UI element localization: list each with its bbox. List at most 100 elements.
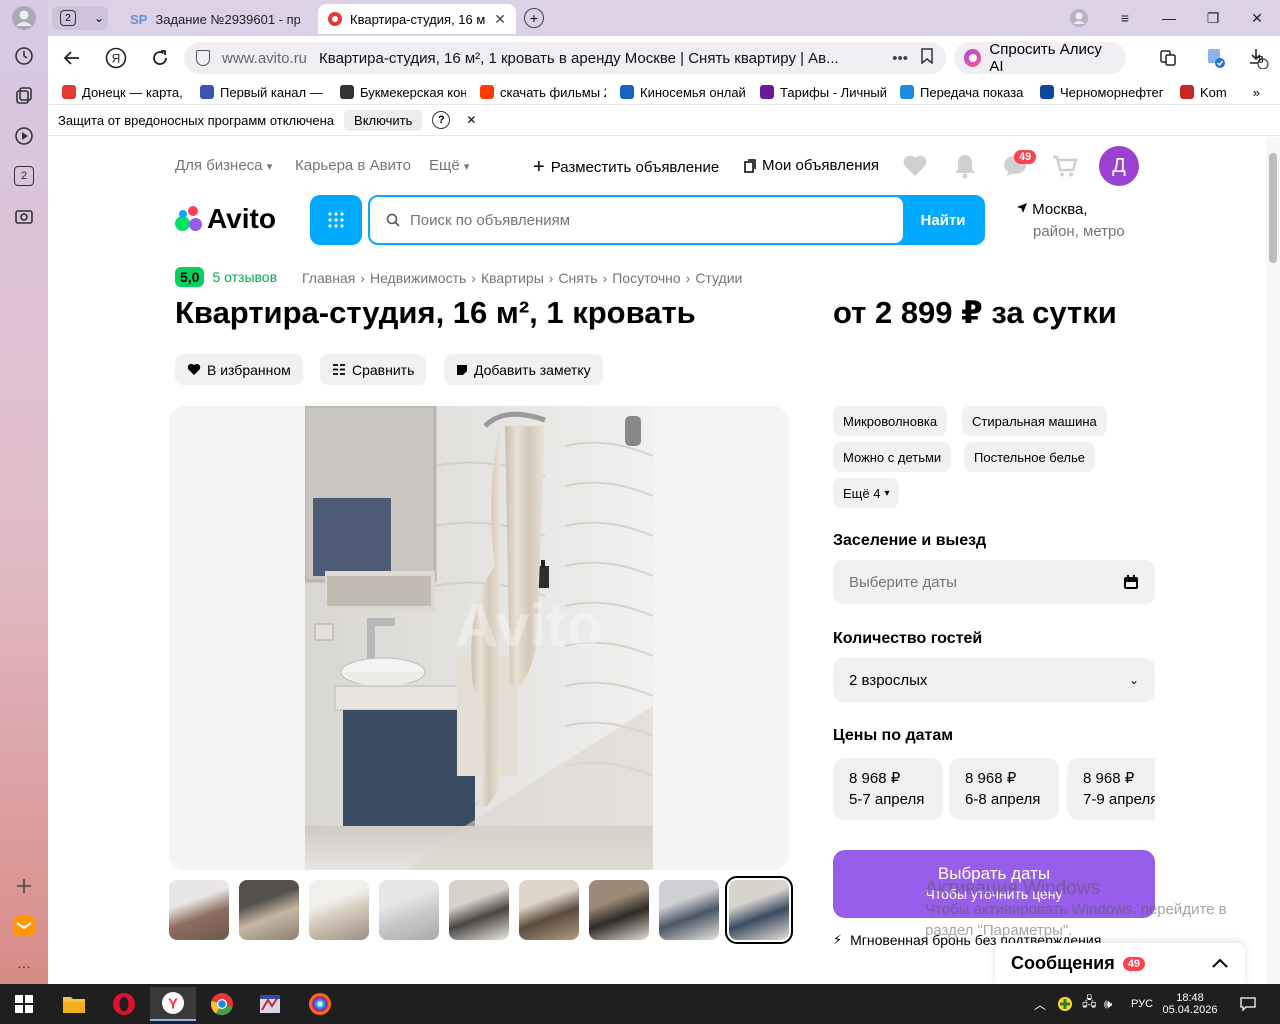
- bookmark-item[interactable]: Komi: [1166, 85, 1226, 100]
- career-link[interactable]: Карьера в Авито: [295, 157, 411, 174]
- yandex-home-icon[interactable]: Я: [102, 44, 130, 72]
- bookmark-item[interactable]: скачать фильмы 2: [466, 85, 606, 100]
- main-photo[interactable]: Avito: [305, 406, 653, 870]
- reviews-link[interactable]: 5 отзывов: [212, 269, 277, 285]
- post-ad-link[interactable]: + Разместить объявление: [533, 157, 719, 177]
- bookmarks-more-icon[interactable]: »: [1253, 85, 1280, 100]
- for-business-link[interactable]: Для бизнеса ▾: [175, 157, 272, 174]
- file-explorer-icon[interactable]: [54, 990, 94, 1018]
- photo-thumbnail[interactable]: [449, 880, 509, 940]
- add-note-button[interactable]: Добавить заметку: [444, 354, 603, 385]
- add-panel-icon[interactable]: [10, 872, 38, 900]
- new-tab-button[interactable]: +: [524, 8, 544, 28]
- account-icon[interactable]: [1064, 6, 1094, 30]
- restore-button[interactable]: ❐: [1198, 6, 1228, 30]
- photo-gallery[interactable]: Avito: [169, 406, 789, 870]
- address-bar[interactable]: www.avito.ru Квартира-студия, 16 м², 1 к…: [184, 42, 946, 74]
- breadcrumb-link[interactable]: Квартиры: [481, 270, 544, 286]
- my-ads-link[interactable]: Мои объявления: [744, 157, 879, 174]
- search-submit-button[interactable]: Найти: [903, 197, 983, 243]
- enable-protection-button[interactable]: Включить: [344, 109, 423, 131]
- dismiss-infobar-button[interactable]: ✕: [466, 113, 476, 127]
- breadcrumb-link[interactable]: Недвижимость: [370, 270, 466, 286]
- cart-icon[interactable]: [1051, 153, 1079, 179]
- guests-select[interactable]: 2 взрослых ⌄: [833, 658, 1155, 702]
- photo-thumbnail[interactable]: [169, 880, 229, 940]
- avito-logo[interactable]: Avito: [175, 203, 276, 235]
- photo-thumbnail[interactable]: [589, 880, 649, 940]
- breadcrumb-link[interactable]: Главная: [302, 270, 355, 286]
- volume-icon[interactable]: 🕪: [1104, 984, 1112, 1024]
- bookmark-item[interactable]: Первый канал — с: [186, 85, 326, 100]
- messages-panel[interactable]: Сообщения 49: [995, 943, 1245, 984]
- tab-task[interactable]: SP Задание №2939601 - про: [120, 4, 310, 34]
- photo-thumbnail[interactable]: [659, 880, 719, 940]
- more-icon[interactable]: ···: [10, 952, 38, 980]
- price-date-card[interactable]: 8 968 ₽ 6-8 апреля: [949, 758, 1059, 820]
- screenshot-icon[interactable]: [10, 202, 38, 230]
- chrome-icon[interactable]: [202, 990, 242, 1018]
- bookmark-item[interactable]: Тарифы - Личный: [746, 85, 886, 100]
- tab-counter-icon[interactable]: 2: [10, 162, 38, 190]
- favorites-heart-icon[interactable]: [901, 153, 929, 179]
- page-scrollbar[interactable]: [1266, 137, 1280, 984]
- seller-rating[interactable]: 5,0 5 отзывов: [175, 267, 277, 287]
- more-amenities-button[interactable]: Ещё 4 ▾: [833, 478, 900, 508]
- security-shield-icon[interactable]: [196, 50, 210, 66]
- close-window-button[interactable]: ✕: [1242, 6, 1272, 30]
- bookmark-item[interactable]: Киносемья онлай: [606, 85, 746, 100]
- favorite-button[interactable]: В избранном: [175, 354, 303, 385]
- reload-icon[interactable]: [146, 44, 174, 72]
- mail-icon[interactable]: [10, 912, 38, 940]
- history-icon[interactable]: [10, 42, 38, 70]
- tab-avito[interactable]: Квартира-студия, 16 м ✕: [318, 4, 516, 34]
- photo-thumbnail[interactable]: [519, 880, 579, 940]
- user-avatar[interactable]: Д: [1099, 146, 1139, 186]
- back-button[interactable]: [58, 44, 86, 72]
- categories-button[interactable]: [310, 195, 362, 245]
- notifications-center-icon[interactable]: [1240, 984, 1256, 1024]
- yandex-browser-icon[interactable]: Y: [150, 987, 196, 1021]
- profile-icon[interactable]: [10, 4, 38, 32]
- bookmark-item[interactable]: Донецк — карта, с: [48, 85, 186, 100]
- tab-count-button[interactable]: 2 ⌄: [52, 6, 108, 30]
- video-player-icon[interactable]: [10, 122, 38, 150]
- network-icon[interactable]: 🖧: [1082, 984, 1097, 1024]
- help-icon[interactable]: ?: [432, 111, 451, 129]
- browser-menu-button[interactable]: ≡: [1110, 6, 1140, 30]
- translate-extension-icon[interactable]: [1202, 44, 1230, 72]
- location-selector[interactable]: Москва, район, метро: [1016, 199, 1125, 243]
- photo-thumbnail[interactable]: [725, 876, 793, 944]
- bookmark-icon[interactable]: [920, 48, 934, 68]
- bookmark-item[interactable]: Букмекерская кон: [326, 85, 466, 100]
- chevron-up-icon[interactable]: [1211, 953, 1229, 974]
- clipboard-icon[interactable]: [1154, 44, 1182, 72]
- bookmark-item[interactable]: Передача показа: [886, 85, 1026, 100]
- photo-thumbnail[interactable]: [309, 880, 369, 940]
- breadcrumb-link[interactable]: Посуточно: [612, 270, 680, 286]
- clock[interactable]: 18:48 05.04.2026: [1162, 984, 1217, 1024]
- breadcrumb-link[interactable]: Студии: [695, 270, 742, 286]
- keyboard-language[interactable]: РУС: [1131, 984, 1153, 1024]
- opera-icon[interactable]: [104, 990, 144, 1018]
- dates-picker[interactable]: Выберите даты: [833, 560, 1155, 604]
- notifications-bell-icon[interactable]: [951, 153, 979, 179]
- compare-button[interactable]: Сравнить: [320, 354, 427, 385]
- photo-thumbnail[interactable]: [239, 880, 299, 940]
- app-icon[interactable]: [250, 990, 290, 1018]
- windows-start-icon[interactable]: [4, 990, 44, 1018]
- ask-alice-button[interactable]: Спросить Алису AI: [954, 41, 1126, 75]
- more-menu-link[interactable]: Ещё ▾: [429, 157, 469, 174]
- minimize-button[interactable]: —: [1154, 6, 1184, 30]
- search-input[interactable]: Поиск по объявлениям: [370, 197, 903, 243]
- price-date-card[interactable]: 8 968 ₽ 7-9 апреля: [1067, 758, 1155, 820]
- price-date-card[interactable]: 8 968 ₽ 5-7 апреля: [833, 758, 943, 820]
- tray-chevron-icon[interactable]: ︿: [1034, 984, 1046, 1024]
- scrollbar-thumb[interactable]: [1269, 153, 1277, 263]
- breadcrumb-link[interactable]: Снять: [558, 270, 597, 286]
- tray-app-icon[interactable]: [1057, 984, 1073, 1024]
- bookmark-item[interactable]: Черноморнефтег: [1026, 85, 1166, 100]
- page-menu-icon[interactable]: •••: [892, 50, 908, 67]
- downloads-icon[interactable]: 8: [1244, 44, 1272, 72]
- photo-thumbnail[interactable]: [379, 880, 439, 940]
